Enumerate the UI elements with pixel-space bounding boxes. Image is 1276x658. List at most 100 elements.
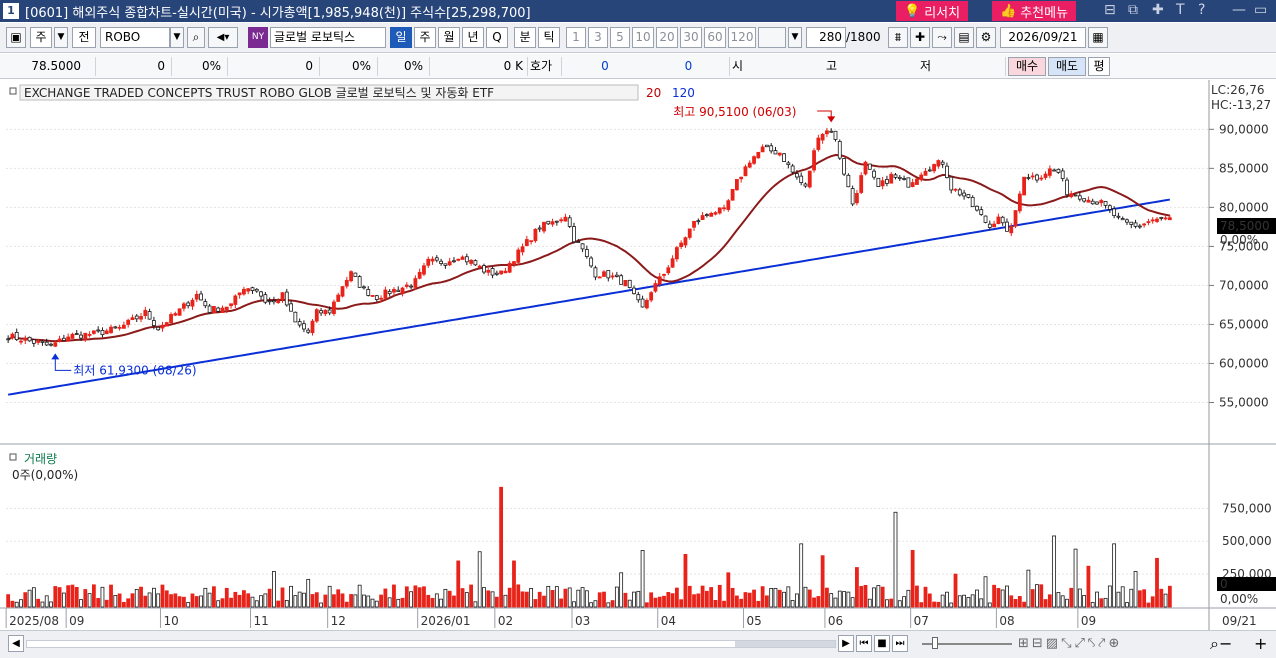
candle-body [173, 313, 178, 316]
horizontal-scrollbar[interactable] [26, 640, 836, 648]
search-icon[interactable]: ⌕ [187, 27, 205, 48]
interval-tick-tab[interactable]: 틱 [538, 27, 560, 48]
skip-start-icon[interactable]: ⏮ [856, 635, 872, 652]
volume-bar [452, 595, 456, 608]
candle-body [880, 180, 885, 187]
average-button[interactable]: 평 [1088, 57, 1110, 76]
zoom-out-icon[interactable]: ⌕− [1210, 634, 1232, 654]
recommend-label: 추천메뉴 [1020, 5, 1069, 21]
trend-icon[interactable]: ⤳ [932, 27, 952, 48]
layout-icon[interactable]: ⊟ [1104, 2, 1116, 18]
scrollbar-thumb[interactable] [735, 641, 835, 647]
volume-bar [207, 592, 212, 608]
chart-menu-icon[interactable]: ▣ [6, 27, 26, 48]
minute-5-button[interactable]: 5 [610, 27, 630, 48]
zoom-slider[interactable] [922, 637, 1012, 649]
copy-window-icon[interactable]: ⧉ [1128, 2, 1138, 18]
candle-body [477, 265, 482, 268]
research-button[interactable]: 💡 리서치 [896, 1, 969, 21]
save-icon[interactable]: ▤ [954, 27, 974, 48]
candle-body [1069, 193, 1074, 198]
quote-change-pct: 0% [172, 57, 228, 76]
gear-icon[interactable]: ⚙ [976, 27, 996, 48]
calendar-icon[interactable]: ▦ [1088, 27, 1108, 48]
volume-bar [1163, 593, 1168, 608]
minute-20-button[interactable]: 20 [656, 27, 678, 48]
candle-body [486, 269, 491, 273]
symbol-dropdown-icon[interactable]: ▼ [170, 27, 184, 48]
zoom-slider-handle[interactable] [932, 637, 938, 649]
compare-icon[interactable]: ✚ [910, 27, 930, 48]
lc-label: LC:26,76 [1211, 83, 1264, 97]
candle-body [190, 299, 195, 307]
candle-body [1047, 168, 1052, 176]
candle-body [147, 311, 152, 320]
maximize-icon[interactable]: ▭ [1254, 2, 1267, 18]
volume-bar [816, 596, 821, 608]
drawing-tools-icons[interactable]: ⊞⊟▨⤡⤢⤣⤤⊕ [1018, 636, 1122, 651]
help-icon[interactable]: ? [1198, 2, 1205, 18]
sell-button[interactable]: 매도 [1048, 57, 1086, 76]
minute-10-button[interactable]: 10 [632, 27, 654, 48]
interval-month-tab[interactable]: 월 [438, 27, 460, 48]
minute-30-button[interactable]: 30 [680, 27, 702, 48]
previous-button[interactable]: 전 [72, 27, 96, 48]
candle-body [614, 274, 619, 277]
volume-bar [473, 601, 478, 608]
volume-bar [83, 589, 88, 608]
volume-bar [1103, 597, 1108, 608]
recommend-menu-button[interactable]: 👍 추천메뉴 [992, 1, 1077, 21]
buy-button[interactable]: 매수 [1008, 57, 1046, 76]
indicator-icon[interactable]: ⩩ [888, 27, 908, 48]
candle-body [962, 192, 966, 197]
volume-bar [825, 587, 829, 608]
volume-tick-label: 750,000 [1222, 501, 1272, 515]
skip-end-icon[interactable]: ⏭ [892, 635, 908, 652]
volume-bar [953, 573, 958, 608]
candle-body [494, 272, 499, 275]
volume-bar [413, 585, 418, 608]
candle-body [709, 212, 714, 217]
minute-60-button[interactable]: 60 [704, 27, 726, 48]
interval-day-tab[interactable]: 일 [390, 27, 412, 48]
minute-120-button[interactable]: 120 [728, 27, 756, 48]
candle-body [366, 289, 371, 296]
volume-bar [319, 602, 323, 608]
speaker-icon[interactable]: ◀▾ [208, 27, 238, 48]
volume-bar [987, 602, 992, 608]
minute-3-button[interactable]: 3 [588, 27, 608, 48]
chart-window: 1 [0601] 해외주식 종합차트-실시간(미국) - 시가총액[1,985,… [0, 0, 1276, 658]
play-icon[interactable]: ▶ [838, 635, 854, 652]
price-chart-svg[interactable]: 90,000085,000080,000075,000070,000065,00… [0, 80, 1276, 630]
interval-week-tab[interactable]: 주 [414, 27, 436, 48]
candle-body [443, 263, 448, 266]
minute-custom-input[interactable] [758, 27, 786, 48]
scroll-left-icon[interactable]: ◀ [8, 635, 24, 652]
interval-year-tab[interactable]: 년 [462, 27, 484, 48]
pin-icon[interactable]: ✚ [1152, 2, 1164, 18]
bar-count-input[interactable]: 280 [806, 27, 846, 48]
quote-vol-pct2: 0% [378, 57, 430, 76]
minute-dropdown-icon[interactable]: ▼ [788, 27, 802, 48]
stop-icon[interactable]: ■ [874, 635, 890, 652]
date-input[interactable]: 2026/09/21 [1000, 27, 1086, 48]
candle-body [456, 258, 461, 261]
volume-bar [194, 596, 199, 608]
candle-body [400, 287, 405, 294]
candle-body [370, 295, 375, 297]
zoom-in-icon[interactable]: + [1254, 634, 1267, 653]
volume-bar [567, 587, 572, 608]
minute-1-button[interactable]: 1 [566, 27, 586, 48]
candle-body [1159, 216, 1164, 219]
minimize-icon[interactable]: — [1232, 2, 1246, 18]
candle-body [104, 330, 109, 335]
period-week-button[interactable]: 주 [30, 27, 52, 48]
font-icon[interactable]: T [1176, 2, 1185, 18]
interval-minute-tab[interactable]: 분 [514, 27, 536, 48]
interval-quarter-tab[interactable]: Q [486, 27, 508, 48]
candle-body [636, 294, 641, 301]
symbol-input[interactable]: ROBO [100, 27, 170, 48]
candle-body [949, 176, 954, 191]
x-tick-label: 09 [1081, 614, 1096, 628]
period-dropdown-icon[interactable]: ▼ [54, 27, 68, 48]
